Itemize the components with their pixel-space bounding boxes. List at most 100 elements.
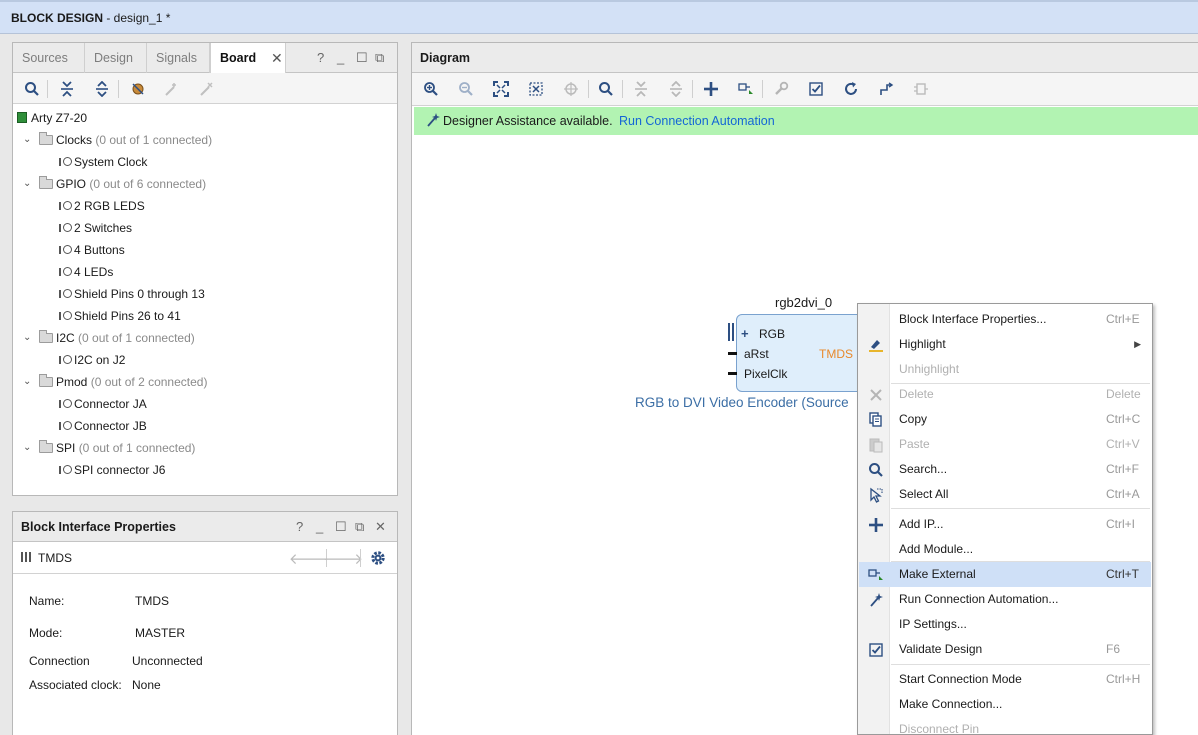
pin-wire [728, 372, 737, 375]
menu-item-block-interface-properties[interactable]: Block Interface Properties... Ctrl+E [859, 307, 1151, 332]
rgb2dvi-block[interactable]: + RGB aRst PixelClk TMDS [736, 314, 868, 392]
diagram-header: Diagram [412, 43, 1198, 73]
pin-icon [911, 79, 931, 99]
tree-group-i2c[interactable]: ⌄ I2C (0 out of 1 connected) [23, 327, 195, 349]
chevron-down-icon[interactable]: ⌄ [23, 173, 31, 195]
tree-item[interactable]: SPI connector J6 [59, 459, 165, 481]
help-icon[interactable]: ? [317, 50, 324, 65]
make-external-icon[interactable] [736, 79, 756, 99]
tree-item[interactable]: Shield Pins 0 through 13 [59, 283, 205, 305]
menu-item-disconnect-pin: Disconnect Pin [899, 722, 980, 735]
maximize-icon[interactable]: ☐ [356, 50, 368, 66]
tab-signals[interactable]: Signals [147, 43, 210, 73]
expand-all-icon [666, 79, 686, 99]
menu-item-run-connection-automation[interactable]: Run Connection Automation... [859, 587, 1151, 612]
run-connection-automation-link[interactable]: Run Connection Automation [619, 107, 775, 135]
float-icon[interactable]: ⧉ [375, 50, 384, 66]
tree-item[interactable]: 2 Switches [59, 217, 132, 239]
interface-port-icon [59, 245, 73, 255]
add-icon [868, 517, 884, 533]
folder-icon [39, 374, 53, 387]
refresh-icon[interactable] [841, 79, 861, 99]
board-tree: Arty Z7-20 ⌄ Clocks (0 out of 1 connected… [13, 106, 397, 495]
prop-connection-value: Unconnected [132, 654, 203, 668]
help-icon[interactable]: ? [296, 519, 303, 534]
wand-icon [868, 592, 884, 608]
menu-item-start-connection-mode[interactable]: Start Connection Mode Ctrl+H [859, 667, 1151, 692]
collapse-all-icon[interactable] [57, 79, 77, 99]
zoom-fit-icon[interactable] [491, 79, 511, 99]
block-description: RGB to DVI Video Encoder (Source [635, 395, 849, 410]
highlight-icon [868, 337, 884, 353]
validate-icon[interactable] [806, 79, 826, 99]
menu-item-add-module[interactable]: Add Module... [859, 537, 1151, 562]
maximize-icon[interactable]: ☐ [335, 519, 347, 535]
tree-item[interactable]: Connector JA [59, 393, 147, 415]
interface-port-icon [59, 267, 73, 277]
tab-design[interactable]: Design [85, 43, 147, 73]
tree-item[interactable]: Shield Pins 26 to 41 [59, 305, 181, 327]
pin-pixelclk[interactable]: PixelClk [744, 367, 787, 381]
menu-item-make-connection[interactable]: Make Connection... [859, 692, 1151, 717]
tree-item[interactable]: 4 Buttons [59, 239, 125, 261]
chevron-down-icon[interactable]: ⌄ [23, 129, 31, 151]
chevron-down-icon[interactable]: ⌄ [23, 371, 31, 393]
search-icon[interactable] [22, 79, 42, 99]
prop-connection-label: Connection [29, 654, 90, 668]
minimize-icon[interactable]: _ [337, 50, 344, 65]
menu-item-highlight[interactable]: Highlight ▶ [859, 332, 1151, 357]
interface-port-icon [59, 465, 73, 475]
tree-group-clocks[interactable]: ⌄ Clocks (0 out of 1 connected) [23, 129, 212, 151]
menu-item-copy[interactable]: Copy Ctrl+C [859, 407, 1151, 432]
expand-all-icon[interactable] [92, 79, 112, 99]
search-icon[interactable] [596, 79, 616, 99]
search-icon [868, 462, 884, 478]
expand-interface-icon[interactable]: + [741, 326, 749, 341]
tab-sources[interactable]: Sources [13, 43, 85, 73]
back-arrow-icon[interactable]: 🡐 [289, 548, 329, 568]
close-icon[interactable]: ✕ [271, 50, 283, 67]
properties-toolbar: TMDS 🡐 🡒 [13, 542, 397, 574]
menu-item-validate-design[interactable]: Validate Design F6 [859, 637, 1151, 662]
float-icon[interactable]: ⧉ [355, 519, 364, 535]
menu-item-paste: Paste Ctrl+V [859, 432, 1151, 457]
tree-item[interactable]: Connector JB [59, 415, 147, 437]
add-ip-icon[interactable] [701, 79, 721, 99]
menu-item-make-external[interactable]: Make External Ctrl+T [859, 562, 1151, 587]
toolbar-separator [692, 80, 693, 98]
tree-group-spi[interactable]: ⌄ SPI (0 out of 1 connected) [23, 437, 195, 459]
minimize-icon[interactable]: _ [316, 519, 323, 534]
gear-icon[interactable] [368, 548, 388, 568]
window-title-bar: BLOCK DESIGN - design_1 * [0, 0, 1198, 34]
tree-group-pmod[interactable]: ⌄ Pmod (0 out of 2 connected) [23, 371, 207, 393]
tree-root[interactable]: Arty Z7-20 [17, 107, 87, 129]
menu-item-ip-settings[interactable]: IP Settings... [859, 612, 1151, 637]
zoom-selection-icon[interactable] [526, 79, 546, 99]
chevron-down-icon[interactable]: ⌄ [23, 327, 31, 349]
collapse-all-icon [631, 79, 651, 99]
zoom-out-icon[interactable] [456, 79, 476, 99]
tree-item[interactable]: I2C on J2 [59, 349, 125, 371]
menu-item-add-ip[interactable]: Add IP... Ctrl+I [859, 512, 1151, 537]
tree-group-gpio[interactable]: ⌄ GPIO (0 out of 6 connected) [23, 173, 206, 195]
regenerate-layout-icon[interactable] [876, 79, 896, 99]
close-icon[interactable]: ✕ [375, 519, 386, 535]
forward-arrow-icon[interactable]: 🡒 [323, 548, 363, 568]
menu-item-search[interactable]: Search... Ctrl+F [859, 457, 1151, 482]
tree-item[interactable]: System Clock [59, 151, 147, 173]
pin-arst[interactable]: aRst [744, 347, 769, 361]
tree-item[interactable]: 2 RGB LEDS [59, 195, 145, 217]
board-part-icon[interactable] [128, 79, 148, 99]
wand-icon [426, 107, 440, 135]
folder-icon [39, 132, 53, 145]
menu-separator [891, 664, 1150, 665]
zoom-in-icon[interactable] [421, 79, 441, 99]
pin-rgb[interactable]: RGB [759, 327, 785, 341]
menu-item-select-all[interactable]: Select All Ctrl+A [859, 482, 1151, 507]
chevron-down-icon[interactable]: ⌄ [23, 437, 31, 459]
properties-header: Block Interface Properties ? _ ☐ ⧉ ✕ [13, 512, 397, 542]
properties-title: Block Interface Properties [21, 520, 176, 534]
prop-name-value: TMDS [135, 594, 169, 608]
tree-item[interactable]: 4 LEDs [59, 261, 113, 283]
pin-tmds[interactable]: TMDS [819, 347, 853, 361]
